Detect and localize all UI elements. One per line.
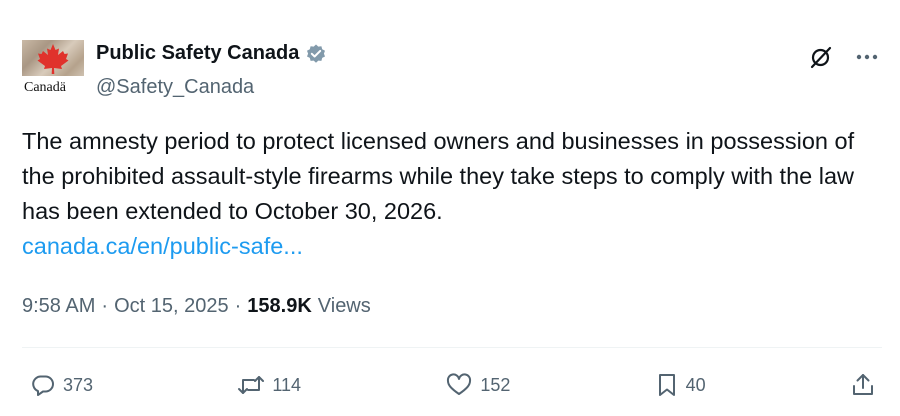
avatar[interactable]: Canadä (22, 40, 84, 102)
avatar-wordmark: Canadä (24, 80, 66, 95)
display-name[interactable]: Public Safety Canada (96, 42, 299, 65)
repost-button[interactable]: 114 (237, 372, 301, 398)
bookmark-count: 40 (685, 374, 706, 395)
author-handle[interactable]: @Safety_Canada (96, 76, 254, 99)
bookmark-button[interactable]: 40 (655, 372, 706, 398)
maple-leaf-icon (37, 44, 69, 74)
avatar-flag-background (22, 40, 84, 76)
author-name-row: Public Safety Canada (96, 42, 327, 65)
bookmark-icon (655, 372, 679, 398)
tweet-link[interactable]: canada.ca/en/public-safe... (22, 229, 882, 264)
tweet-body: The amnesty period to protect licensed o… (22, 124, 882, 264)
repost-count: 114 (272, 374, 302, 395)
verified-badge-icon (305, 43, 327, 65)
tweet-text: The amnesty period to protect licensed o… (22, 128, 855, 224)
share-icon (850, 372, 876, 398)
tweet-date[interactable]: Oct 15, 2025 (114, 295, 229, 318)
reply-icon (30, 372, 56, 398)
views-label: Views (317, 295, 371, 317)
like-count: 152 (480, 374, 511, 395)
divider (22, 347, 882, 348)
more-icon[interactable] (856, 53, 878, 61)
repost-icon (237, 372, 265, 398)
tweet-meta: 9:58 AM · Oct 15, 2025 · 158.9K Views (22, 295, 371, 318)
views-count: 158.9K (247, 295, 312, 317)
top-actions (808, 44, 878, 70)
grok-icon[interactable] (808, 44, 834, 70)
like-icon (445, 372, 473, 398)
reply-count: 373 (63, 374, 94, 395)
action-bar: 373 114 152 40 (30, 368, 876, 402)
share-button[interactable] (850, 372, 876, 398)
like-button[interactable]: 152 (445, 372, 510, 398)
meta-separator: · (234, 295, 242, 317)
tweet-time[interactable]: 9:58 AM (22, 295, 95, 318)
meta-separator: · (101, 295, 109, 317)
reply-button[interactable]: 373 (30, 372, 93, 398)
